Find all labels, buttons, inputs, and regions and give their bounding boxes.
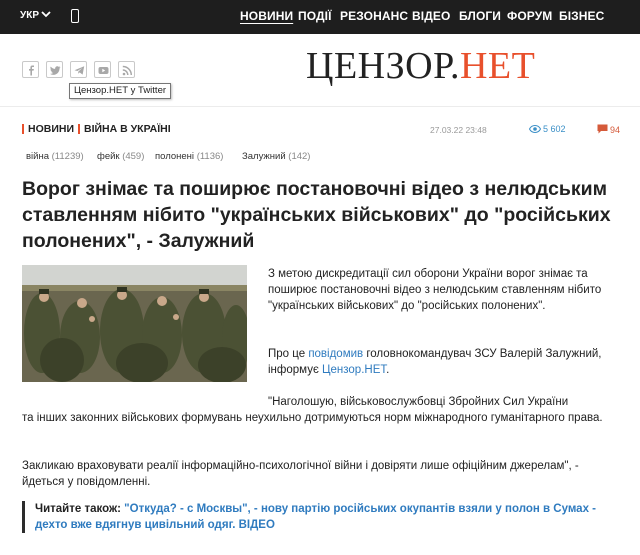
tag-label: фейк [97,151,120,162]
nav-video[interactable]: ВІДЕО [412,9,450,23]
read-also-label: Читайте також: [35,503,121,515]
article-quote-line-1: "Наголошую, військовослужбовці Збройних … [268,396,569,408]
tag-count: (1136) [196,151,224,162]
tag-prisoners[interactable]: полонені (1136) [155,151,223,162]
article-quote-rest: та інших законних військових формувань н… [22,412,603,424]
nav-blogs[interactable]: БЛОГИ [459,9,501,23]
views-value: 5 602 [543,124,566,134]
breadcrumb-separator [78,124,80,134]
nav-events[interactable]: ПОДІЇ [298,9,332,23]
rss-icon[interactable] [118,61,135,78]
nav-forum[interactable]: ФОРУМ [507,9,552,23]
comments-count[interactable]: 94 [597,124,620,135]
eye-icon [528,124,542,134]
breadcrumb-war-in-ukraine[interactable]: ВІЙНА В УКРАЇНІ [84,123,171,135]
comment-icon [597,124,608,134]
tag-count: (11239) [51,151,84,162]
article-photo[interactable] [22,265,247,382]
top-navigation-bar: УКР НОВИНИ ПОДІЇ РЕЗОНАНС ВІДЕО БЛОГИ ФО… [0,0,640,34]
tag-label: полонені [155,151,195,162]
nav-news[interactable]: НОВИНИ [240,9,293,23]
youtube-icon[interactable] [94,61,111,78]
article-title: Ворог знімає та поширює постановочні від… [22,178,611,252]
mobile-version-icon[interactable] [71,9,79,23]
header-divider [0,106,640,107]
publish-date: 27.03.22 23:48 [430,125,487,135]
tag-fake[interactable]: фейк (459) [97,151,144,162]
site-logo[interactable]: ЦЕНЗОР.НЕТ [306,44,535,88]
article-paragraph-2: Про це повідомив головнокомандувач ЗСУ В… [268,346,620,378]
facebook-icon[interactable] [22,61,39,78]
tag-zaluzhnyi[interactable]: Залужний (142) [242,151,310,162]
twitter-icon[interactable] [46,61,63,78]
tag-count: (142) [288,151,311,162]
tag-count: (459) [122,151,145,162]
language-selector[interactable]: УКР [20,10,39,21]
p2-text-before: Про це [268,348,309,360]
telegram-icon[interactable] [70,61,87,78]
logo-part-censor: ЦЕНЗОР. [306,45,460,87]
twitter-tooltip: Цензор.НЕТ у Twitter [69,83,172,99]
reported-link[interactable]: повідомив [308,348,363,360]
tag-label: війна [26,151,49,162]
nav-business[interactable]: БІЗНЕС [559,9,604,23]
breadcrumb-news[interactable]: НОВИНИ [28,123,74,135]
read-also-block: Читайте також: "Откуда? - с Москвы", - н… [22,501,622,533]
nav-resonance[interactable]: РЕЗОНАНС [340,9,408,23]
article-paragraph-1: З метою дискредитації сил оборони Україн… [268,268,602,312]
tag-war[interactable]: війна (11239) [26,151,84,162]
censor-net-link[interactable]: Цензор.НЕТ [322,364,386,376]
comments-value: 94 [610,125,621,135]
views-count: 5 602 [528,124,566,134]
p2-text-after: . [386,364,390,376]
logo-part-net: НЕТ [459,45,536,87]
breadcrumb-marker [22,124,24,134]
article-paragraph-4: Закликаю враховувати реалії інформаційно… [22,460,579,488]
chevron-down-icon[interactable] [41,9,51,19]
tag-label: Залужний [242,151,286,162]
